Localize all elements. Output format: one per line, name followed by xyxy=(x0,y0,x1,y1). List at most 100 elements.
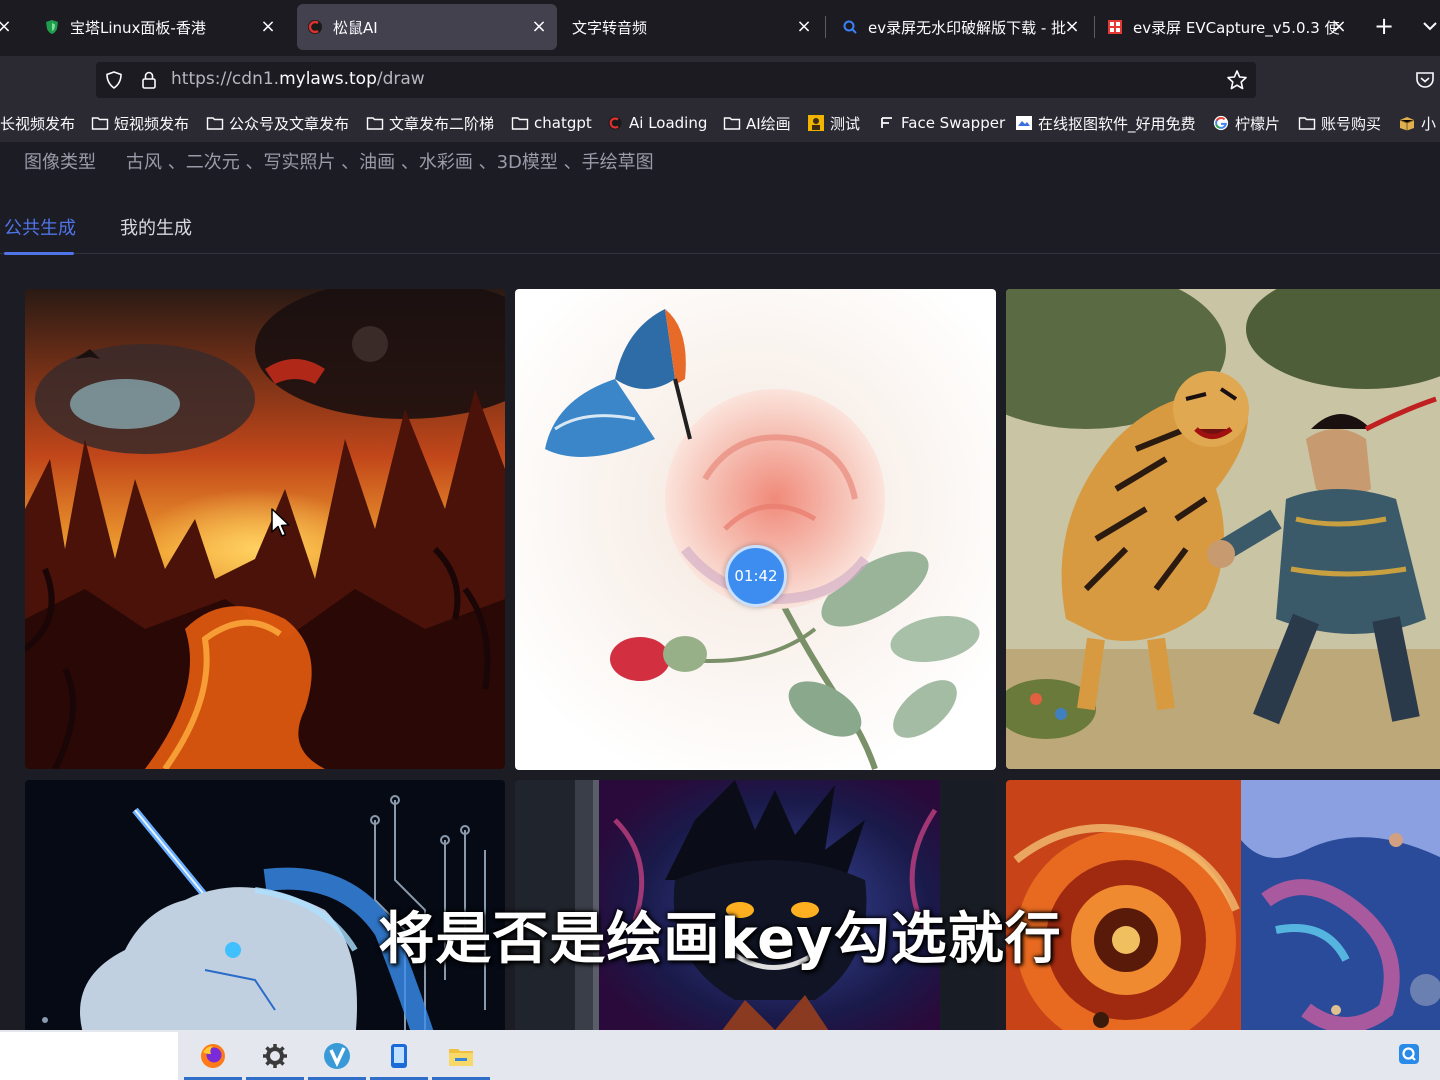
folder-icon xyxy=(366,117,384,130)
bookmark-label: 短视频发布 xyxy=(114,114,190,133)
tiger-warrior-art xyxy=(1006,289,1440,769)
cutout-site-icon xyxy=(1016,116,1032,130)
bookmark-label: 长视频发布 xyxy=(0,114,76,133)
folder-icon xyxy=(91,117,109,130)
red-site-icon xyxy=(1108,20,1122,34)
tab-title: 宝塔Linux面板-香港 xyxy=(70,18,206,37)
folder-icon xyxy=(1298,117,1316,130)
hellscape-lava-art xyxy=(25,289,505,769)
url-prefix: https://cdn1. xyxy=(171,69,280,89)
bookmark-label: 测试 xyxy=(830,114,861,133)
bookmarks-bar: 长视频发布 短视频发布 公众号及文章发布 文章发布二阶梯 chatgpt Ai … xyxy=(0,104,1440,142)
file-explorer-icon xyxy=(449,1049,473,1066)
tab-my-generations[interactable]: 我的生成 xyxy=(120,214,192,240)
bookmark-small[interactable]: 小 xyxy=(1398,112,1436,134)
bookmark-label: 在线抠图软件_好用免费 xyxy=(1038,114,1196,133)
tab-baota[interactable]: 宝塔Linux面板-香港 × xyxy=(34,4,286,50)
bookmark-ai-loading[interactable]: Ai Loading xyxy=(606,112,707,134)
folder-icon xyxy=(723,117,741,130)
taskbar-file-explorer[interactable] xyxy=(430,1032,492,1080)
bookmark-account-purchase[interactable]: 账号购买 xyxy=(1298,112,1381,134)
close-icon[interactable]: × xyxy=(258,17,278,37)
bookmark-test[interactable]: 测试 xyxy=(807,112,860,134)
tab-title: ev录屏 EVCapture_v5.0.3 使 xyxy=(1133,18,1340,37)
v-app-icon xyxy=(324,1043,350,1069)
bookmark-label: 公众号及文章发布 xyxy=(229,114,350,133)
mouse-cursor-icon xyxy=(271,508,290,537)
bookmark-label: 账号购买 xyxy=(1321,114,1382,133)
tab-text-to-audio[interactable]: 文字转音频 × xyxy=(562,4,822,50)
tracking-shield-icon[interactable] xyxy=(104,70,124,90)
tab-title: ev录屏无水印破解版下载 - 批 xyxy=(868,18,1067,37)
close-icon[interactable]: × xyxy=(0,17,14,37)
new-tab-button[interactable]: + xyxy=(1370,12,1398,40)
settings-gear-icon xyxy=(263,1044,287,1068)
close-icon[interactable]: × xyxy=(1062,17,1082,37)
taskbar-search-box[interactable] xyxy=(0,1032,178,1080)
video-subtitle-caption: 将是否是绘画key勾选就行 xyxy=(378,907,1062,972)
bookmark-face-swapper[interactable]: Face Swapper xyxy=(878,112,1005,134)
tab-ev-download[interactable]: ev录屏无水印破解版下载 - 批 × xyxy=(832,4,1090,50)
taskbar-settings[interactable] xyxy=(244,1032,306,1080)
tab-ev-capture[interactable]: ev录屏 EVCapture_v5.0.3 使 × xyxy=(1097,4,1357,50)
bookmark-label: 小 xyxy=(1421,114,1437,133)
taskbar-v-app[interactable] xyxy=(306,1032,368,1080)
hellscape-lava-image[interactable] xyxy=(25,289,505,769)
search-icon xyxy=(843,20,857,34)
tab-separator xyxy=(1094,16,1095,38)
phone-app-icon xyxy=(391,1044,407,1068)
tab-strip: × 宝塔Linux面板-香港 × 松鼠AI × 文字转音频 × ev录屏无水印破… xyxy=(0,0,1440,56)
package-icon xyxy=(1399,117,1415,131)
tab-close-leftmost[interactable]: × xyxy=(0,4,14,50)
gallery-tabs: 公共生成 我的生成 xyxy=(0,204,1440,255)
url-host: mylaws.top xyxy=(279,69,377,89)
bookmark-long-video[interactable]: 长视频发布 xyxy=(0,112,75,134)
butterfly-rose-art xyxy=(515,289,996,770)
tiger-warrior-image[interactable] xyxy=(1006,289,1440,769)
butterfly-rose-image[interactable] xyxy=(515,289,996,770)
test-site-icon xyxy=(808,115,824,131)
google-icon xyxy=(1213,115,1229,131)
bookmark-label: 柠檬片 xyxy=(1235,114,1281,133)
close-icon[interactable]: × xyxy=(1329,17,1349,37)
tab-title: 松鼠AI xyxy=(333,18,378,37)
url-path: /draw xyxy=(376,69,425,89)
q-tray-icon[interactable] xyxy=(1398,1043,1420,1065)
chevron-down-icon[interactable] xyxy=(1420,14,1440,38)
face-swapper-icon xyxy=(881,117,892,128)
bookmark-article-tier-two[interactable]: 文章发布二阶梯 xyxy=(366,112,494,134)
tab-squirrel-ai[interactable]: 松鼠AI × xyxy=(297,4,557,50)
close-icon[interactable]: × xyxy=(794,17,814,37)
active-tab-underline xyxy=(4,252,74,255)
bookmark-label: chatgpt xyxy=(534,114,592,132)
bookmark-ai-painting[interactable]: AI绘画 xyxy=(723,112,791,134)
bookmark-short-video[interactable]: 短视频发布 xyxy=(91,112,189,134)
squirrel-ai-icon xyxy=(308,20,322,34)
os-taskbar xyxy=(0,1030,1440,1080)
lock-icon[interactable] xyxy=(140,70,158,90)
bookmark-lemon[interactable]: 柠檬片 xyxy=(1212,112,1280,134)
tab-title: 文字转音频 xyxy=(572,18,648,37)
url-text[interactable]: https://cdn1.mylaws.top/draw xyxy=(171,69,425,89)
countdown-timer-badge[interactable]: 01:42 xyxy=(725,545,787,607)
firefox-icon xyxy=(201,1044,225,1068)
folder-icon xyxy=(511,117,529,130)
tab-separator xyxy=(825,16,826,38)
taskbar-phone-app[interactable] xyxy=(368,1032,430,1080)
bookmark-star-icon[interactable] xyxy=(1226,69,1248,91)
shield-green-icon xyxy=(46,20,58,34)
bookmark-official-account[interactable]: 公众号及文章发布 xyxy=(206,112,349,134)
bookmark-label: 文章发布二阶梯 xyxy=(389,114,495,133)
nav-bar: https://cdn1.mylaws.top/draw xyxy=(0,56,1440,104)
close-icon[interactable]: × xyxy=(529,17,549,37)
tab-public-generations[interactable]: 公共生成 xyxy=(4,214,76,240)
bookmark-online-cutout[interactable]: 在线抠图软件_好用免费 xyxy=(1015,112,1196,134)
pocket-icon[interactable] xyxy=(1414,69,1436,91)
ai-loading-icon xyxy=(608,116,622,130)
url-bar[interactable]: https://cdn1.mylaws.top/draw xyxy=(96,62,1256,98)
image-type-options[interactable]: 古风 、二次元 、写实照片 、油画 、水彩画 、3D模型 、手绘草图 xyxy=(126,148,654,174)
taskbar-firefox[interactable] xyxy=(182,1032,244,1080)
bookmark-label: AI绘画 xyxy=(746,114,791,133)
bookmark-label: Face Swapper xyxy=(901,114,1006,132)
bookmark-chatgpt[interactable]: chatgpt xyxy=(511,112,592,134)
